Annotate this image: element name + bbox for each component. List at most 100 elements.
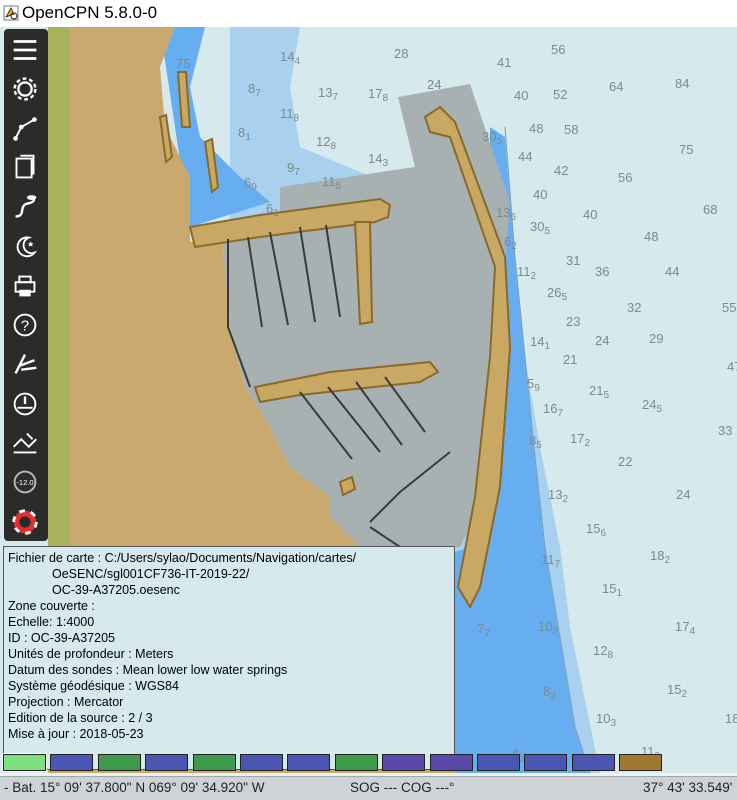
chart-file-label: Fichier de carte : C:/Users/sylao/Docume…	[8, 551, 357, 565]
sounding-label: 18	[725, 711, 737, 726]
sounding-label: 265	[547, 285, 567, 303]
cursor-position: 37° 43' 33.549'	[643, 780, 733, 795]
toolbar-compass-button[interactable]: -12.0	[8, 465, 44, 501]
sounding-decimal: 1	[616, 588, 622, 599]
toolbar-menu-button[interactable]	[8, 33, 44, 69]
sounding-decimal: 2	[681, 689, 687, 700]
sounding-decimal: 1	[273, 208, 279, 219]
sounding-label: 24	[595, 333, 609, 348]
sounding-label: 128	[316, 134, 336, 152]
sounding-decimal: 8	[382, 93, 388, 104]
toolbar-chart-list-button[interactable]	[8, 151, 44, 187]
sounding-decimal: 6	[510, 212, 516, 223]
chart-piano-key[interactable]	[287, 754, 331, 771]
sounding-label: 31	[566, 253, 580, 268]
chart-piano-key[interactable]	[524, 754, 568, 771]
chart-piano-key[interactable]	[97, 754, 141, 771]
sounding-label: 22	[618, 454, 632, 469]
chart-piano-key[interactable]	[382, 754, 426, 771]
chart-piano-key[interactable]	[240, 754, 283, 771]
compass-icon: -12.0	[13, 470, 37, 494]
sounding-label: 24	[676, 487, 690, 502]
sounding-label: 174	[675, 619, 695, 637]
chart-piano-key[interactable]	[477, 754, 520, 771]
toolbar-night-mode-button[interactable]	[8, 230, 44, 266]
sounding-label: 182	[650, 548, 670, 566]
toolbar-dashboard-button[interactable]	[8, 387, 44, 423]
chart-piano-key[interactable]	[50, 754, 94, 771]
sounding-decimal: 5	[496, 136, 502, 147]
sounding-label: 44	[518, 149, 532, 164]
main-toolbar: ? -12.0	[4, 29, 48, 541]
sounding-label: 33	[718, 423, 732, 438]
toolbar-route-button[interactable]	[8, 112, 44, 148]
toolbar-tides-button[interactable]	[8, 426, 44, 462]
projection: Projection : Mercator	[8, 695, 124, 709]
sounding-label: 141	[530, 334, 550, 352]
sounding-label: 28	[394, 46, 408, 61]
toolbar-help-button[interactable]: ?	[8, 308, 44, 344]
chart-piano-key[interactable]	[145, 754, 189, 771]
chart-piano-key[interactable]	[619, 754, 663, 771]
sounding-label: 152	[667, 682, 687, 700]
toolbar-print-button[interactable]	[8, 269, 44, 305]
sounding-label: 55	[722, 300, 736, 315]
sounding-decimal: 4	[689, 626, 695, 637]
sounding-label: 23	[566, 314, 580, 329]
sounding-label: 41	[497, 55, 511, 70]
sounding-decimal: 1	[544, 341, 550, 352]
sounding-label: 167	[543, 401, 563, 419]
sounding-label: 245	[642, 397, 662, 415]
mob-icon	[12, 508, 38, 535]
sounding-label: 40	[583, 207, 597, 222]
gear-icon	[13, 77, 37, 101]
sounding-label: 40	[533, 187, 547, 202]
chart-piano-key[interactable]	[571, 754, 615, 771]
sounding-label: 156	[586, 521, 606, 539]
sounding-label: 75	[679, 142, 693, 157]
chart-file-path-3: OC-39-A37205.oesenc	[52, 583, 180, 597]
sounding-label: 84	[675, 76, 689, 91]
sounding-label: 178	[368, 86, 388, 104]
night-mode-icon	[16, 235, 38, 257]
sounding-decimal: 7	[294, 167, 300, 178]
chart-piano-key[interactable]	[2, 753, 47, 772]
sounding-label: 112	[517, 264, 537, 282]
toolbar-mob-button[interactable]	[8, 505, 44, 541]
sounding-decimal: 5	[336, 181, 342, 192]
sounding-label: 21	[563, 352, 577, 367]
menu-icon	[13, 40, 37, 60]
sounding-label: 42	[554, 163, 568, 178]
chart-piano-key[interactable]	[429, 754, 473, 771]
track-icon	[15, 195, 37, 218]
chart-scale: Echelle: 1:4000	[8, 615, 95, 629]
sounding-decimal: 7	[555, 559, 561, 570]
sounding-decimal: 2	[511, 241, 517, 252]
sounding-label: 75	[176, 56, 190, 71]
toolbar-ais-button[interactable]	[8, 347, 44, 383]
depth-units: Unités de profondeur : Meters	[8, 647, 174, 661]
sounding-label: 48	[644, 229, 658, 244]
chart-list-icon	[15, 154, 35, 179]
sounding-label: 56	[551, 42, 565, 57]
svg-text:?: ?	[21, 318, 29, 335]
sounding-decimal: 7	[332, 92, 338, 103]
chart-piano-bar[interactable]	[0, 752, 737, 773]
sounding-decimal: 2	[664, 555, 670, 566]
print-icon	[14, 275, 36, 297]
toolbar-gear-button[interactable]	[8, 72, 44, 108]
chart-piano-key[interactable]	[334, 754, 378, 771]
sounding-decimal: 5	[536, 440, 542, 451]
sounding-label: 58	[564, 122, 578, 137]
toolbar-track-button[interactable]	[8, 190, 44, 226]
chart-canvas[interactable]: 75 144 28 41 56 87 137 178 24 40 52 64 84 118 48 58 81 12…	[0, 27, 737, 773]
sounding-label: 56	[618, 170, 632, 185]
chart-file-path-2: OeSENC/sgl001CF736-IT-2019-22/	[52, 567, 250, 581]
sounding-decimal: 8	[294, 113, 300, 124]
sounding-decimal: 2	[584, 438, 590, 449]
sounding-label: 172	[570, 431, 590, 449]
sounding-label: 48	[529, 121, 543, 136]
sounding-label: 132	[548, 487, 568, 505]
chart-piano-key[interactable]	[192, 754, 236, 771]
source-edition: Edition de la source : 2 / 3	[8, 711, 153, 725]
